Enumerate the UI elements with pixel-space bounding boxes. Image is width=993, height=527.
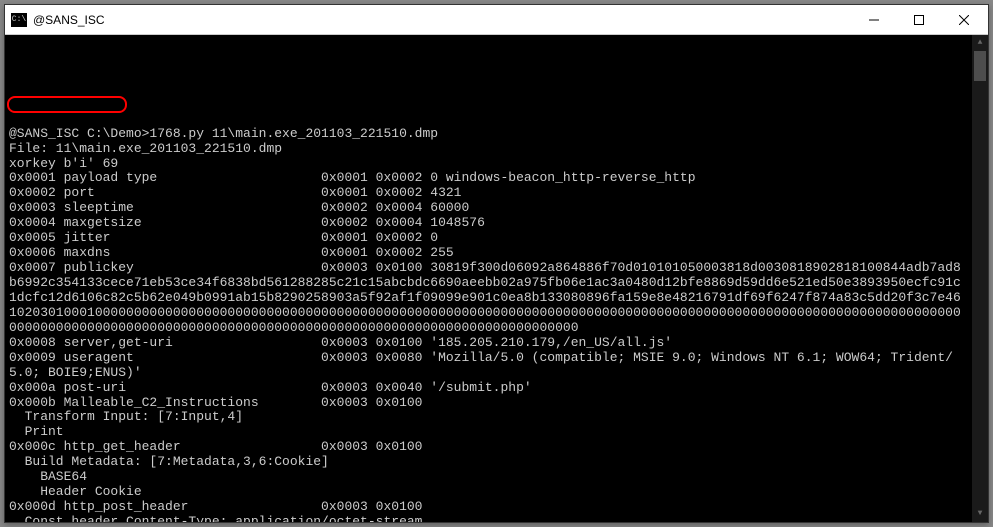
terminal[interactable]: @SANS_ISC C:\Demo>1768.py 11\main.exe_20…: [5, 35, 988, 522]
close-icon: [959, 15, 969, 25]
terminal-line: 0x0008 server,get-uri 0x0003 0x0100 '185…: [9, 336, 966, 351]
terminal-line: 0x000d http_post_header 0x0003 0x0100: [9, 500, 966, 515]
terminal-line: Header Cookie: [9, 485, 966, 500]
terminal-line: 0x000a post-uri 0x0003 0x0040 '/submit.p…: [9, 381, 966, 396]
app-window: C:\ @SANS_ISC @SANS_ISC C:\Demo>1768.py …: [4, 4, 989, 523]
scroll-up-icon[interactable]: ▲: [972, 35, 988, 51]
minimize-icon: [869, 15, 879, 25]
vertical-scrollbar[interactable]: ▲ ▼: [972, 35, 988, 522]
terminal-line: 0x0007 publickey 0x0003 0x0100 30819f300…: [9, 261, 966, 336]
terminal-line: BASE64: [9, 470, 966, 485]
terminal-line: 0x0003 sleeptime 0x0002 0x0004 60000: [9, 201, 966, 216]
minimize-button[interactable]: [851, 5, 896, 34]
window-controls: [851, 5, 986, 34]
terminal-line: Transform Input: [7:Input,4]: [9, 410, 966, 425]
scrollbar-thumb[interactable]: [974, 51, 986, 81]
terminal-line: Const_header Content-Type: application/o…: [9, 515, 966, 522]
terminal-line: 0x0005 jitter 0x0001 0x0002 0: [9, 231, 966, 246]
terminal-line: 0x0001 payload type 0x0001 0x0002 0 wind…: [9, 171, 966, 186]
terminal-line: Print: [9, 425, 966, 440]
highlight-annotation: [7, 96, 127, 113]
terminal-line: xorkey b'i' 69: [9, 157, 966, 172]
terminal-line: 0x0002 port 0x0001 0x0002 4321: [9, 186, 966, 201]
terminal-line: 0x0009 useragent 0x0003 0x0080 'Mozilla/…: [9, 351, 966, 381]
maximize-icon: [914, 15, 924, 25]
terminal-line: 0x0006 maxdns 0x0001 0x0002 255: [9, 246, 966, 261]
terminal-line: File: 11\main.exe_201103_221510.dmp: [9, 142, 966, 157]
close-button[interactable]: [941, 5, 986, 34]
terminal-content: @SANS_ISC C:\Demo>1768.py 11\main.exe_20…: [9, 67, 984, 522]
terminal-line: 0x000c http_get_header 0x0003 0x0100: [9, 440, 966, 455]
cmd-icon: C:\: [11, 13, 27, 27]
terminal-line: 0x0004 maxgetsize 0x0002 0x0004 1048576: [9, 216, 966, 231]
terminal-line: @SANS_ISC C:\Demo>1768.py 11\main.exe_20…: [9, 127, 966, 142]
titlebar[interactable]: C:\ @SANS_ISC: [5, 5, 988, 35]
scroll-down-icon[interactable]: ▼: [972, 506, 988, 522]
maximize-button[interactable]: [896, 5, 941, 34]
window-title: @SANS_ISC: [33, 13, 105, 27]
terminal-line: 0x000b Malleable_C2_Instructions 0x0003 …: [9, 396, 966, 411]
terminal-line: Build Metadata: [7:Metadata,3,6:Cookie]: [9, 455, 966, 470]
titlebar-left: C:\ @SANS_ISC: [11, 13, 105, 27]
